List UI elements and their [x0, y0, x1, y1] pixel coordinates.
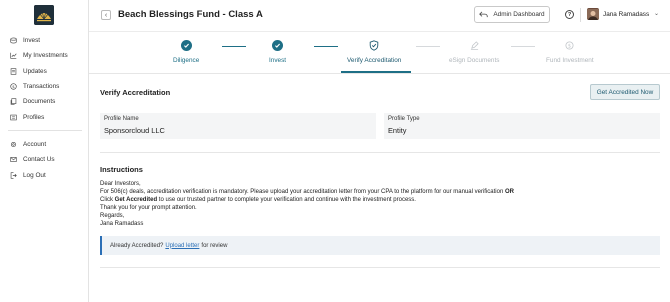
profile-type-field: Profile Type Entity: [384, 113, 660, 139]
sidebar-item-label: Profiles: [23, 113, 45, 121]
admin-dashboard-label: Admin Dashboard: [493, 11, 545, 18]
section-divider: [100, 152, 660, 153]
sidebar-item-label: Log Out: [23, 171, 46, 179]
sidebar-item-account[interactable]: Account: [10, 138, 46, 150]
instructions-greeting: Dear Investors,: [100, 181, 141, 187]
admin-dashboard-button[interactable]: Admin Dashboard: [474, 6, 550, 23]
callout-prefix: Already Accredited?: [110, 242, 164, 249]
page-title: Beach Blessings Fund - Class A: [118, 9, 263, 20]
sidebar-item-label: My Investments: [23, 51, 68, 59]
top-header: ‹ Beach Blessings Fund - Class A Admin D…: [89, 0, 670, 32]
chart-icon: [10, 52, 17, 59]
step-connector: [314, 46, 338, 47]
svg-text:$: $: [12, 83, 15, 88]
sidebar-item-label: Contact Us: [23, 155, 55, 163]
sidebar-item-log-out[interactable]: Log Out: [10, 169, 46, 181]
step-label: Diligence: [173, 57, 200, 64]
sidebar-item-label: Account: [23, 140, 47, 148]
instructions-regards: Regards,: [100, 213, 125, 219]
sidebar-item-label: Transactions: [23, 82, 60, 90]
step-connector: [222, 46, 246, 47]
field-label: Profile Name: [104, 116, 139, 122]
gear-icon: [10, 141, 17, 147]
step-label: Invest: [269, 57, 287, 64]
sidebar-item-contact-us[interactable]: Contact Us: [10, 153, 55, 165]
field-value: Sponsorcloud LLC: [104, 126, 165, 135]
sidebar-item-transactions[interactable]: $ Transactions: [10, 80, 59, 92]
instructions-line: For 506(c) deals, accreditation verifica…: [100, 189, 514, 195]
sidebar-item-profiles[interactable]: Profiles: [10, 111, 44, 123]
svg-text:$: $: [568, 43, 571, 49]
field-label: Profile Type: [388, 116, 420, 122]
progress-stepper: Diligence Invest Verify Accreditation eS…: [89, 32, 670, 74]
sidebar: Invest My Investments Updates $ Transact…: [0, 0, 89, 302]
profile-name-field: Profile Name Sponsorcloud LLC: [100, 113, 376, 139]
upload-letter-callout: Already Accredited? Upload letter for re…: [100, 236, 660, 255]
step-connector: [511, 46, 535, 47]
avatar[interactable]: [587, 8, 599, 20]
sidebar-item-label: Invest: [23, 36, 41, 44]
dollar-circle-icon: $: [10, 82, 17, 90]
mail-icon: [10, 156, 17, 162]
chevron-down-icon[interactable]: ⌄: [654, 10, 659, 17]
upload-letter-link[interactable]: Upload letter: [165, 243, 199, 249]
step-fund-investment[interactable]: $ Fund Investment: [546, 40, 594, 64]
company-logo[interactable]: [34, 5, 54, 25]
profiles-icon: [10, 114, 17, 120]
chevron-left-icon: ‹: [104, 11, 108, 19]
shield-check-icon: [369, 40, 380, 51]
sidebar-item-invest[interactable]: Invest: [10, 34, 40, 46]
instructions-line: Thank you for your prompt attention.: [100, 205, 197, 211]
return-arrow-icon: [479, 11, 489, 18]
instructions-title: Instructions: [100, 165, 143, 174]
field-value: Entity: [388, 126, 407, 135]
sidebar-divider: [8, 130, 82, 131]
instructions-signature: Jana Ramadass: [100, 221, 144, 227]
step-label: eSign Documents: [449, 57, 500, 64]
step-esign-documents[interactable]: eSign Documents: [449, 40, 499, 64]
step-label: Fund Investment: [546, 57, 594, 64]
documents-icon: [10, 97, 17, 105]
step-label: Verify Accreditation: [347, 57, 402, 64]
get-accredited-now-button[interactable]: Get Accredited Now: [590, 84, 660, 100]
coins-icon: [10, 37, 17, 43]
document-icon: [10, 67, 17, 75]
help-icon[interactable]: ?: [565, 10, 574, 19]
step-verify-accreditation[interactable]: Verify Accreditation: [347, 40, 401, 64]
sidebar-item-updates[interactable]: Updates: [10, 65, 47, 77]
sidebar-item-documents[interactable]: Documents: [10, 95, 55, 107]
check-circle-icon: [180, 40, 192, 51]
user-name[interactable]: Jana Ramadass: [603, 11, 649, 18]
sidebar-item-my-investments[interactable]: My Investments: [10, 49, 68, 61]
pen-icon: [469, 40, 480, 51]
header-divider: [580, 8, 581, 22]
back-button[interactable]: ‹: [101, 10, 111, 20]
sidebar-item-label: Documents: [23, 97, 56, 105]
step-connector: [416, 46, 440, 47]
step-invest[interactable]: Invest: [269, 40, 286, 64]
dollar-circle-icon: $: [564, 40, 575, 51]
step-diligence[interactable]: Diligence: [173, 40, 199, 64]
active-step-indicator: [341, 71, 411, 73]
callout-suffix: for review: [201, 242, 228, 249]
section-title: Verify Accreditation: [100, 88, 171, 97]
section-divider: [100, 267, 660, 268]
sidebar-item-label: Updates: [23, 67, 47, 75]
logout-icon: [10, 171, 17, 179]
instructions-body: Dear Investors, For 506(c) deals, accred…: [100, 180, 514, 228]
check-circle-icon: [272, 40, 284, 51]
instructions-line: Click Get Accredited to use our trusted …: [100, 197, 416, 203]
